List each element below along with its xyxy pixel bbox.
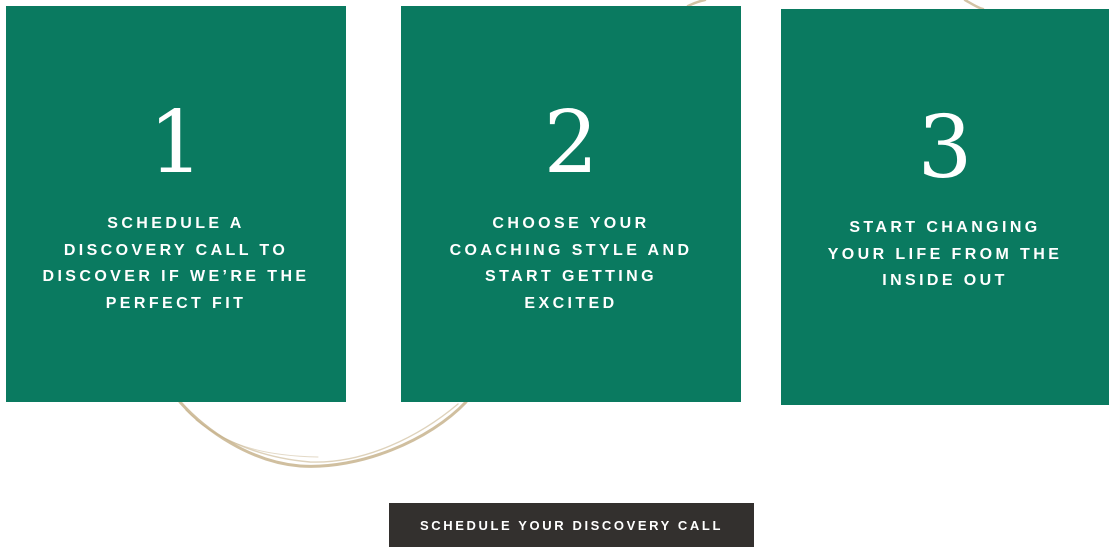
step-text-1: SCHEDULE A DISCOVERY CALL TO DISCOVER IF… bbox=[42, 215, 310, 312]
step-number-2: 2 bbox=[543, 93, 599, 193]
step-number-1: 1 bbox=[148, 93, 204, 193]
step-card-1: 1 SCHEDULE A DISCOVERY CALL TO DISCOVER … bbox=[6, 6, 346, 402]
step-number-3: 3 bbox=[917, 98, 973, 198]
step-card-3: 3 START CHANGING YOUR LIFE FROM THE INSI… bbox=[781, 9, 1109, 405]
step-card-2: 2 CHOOSE YOUR COACHING STYLE AND START G… bbox=[401, 6, 741, 402]
step-text-2: CHOOSE YOUR COACHING STYLE AND START GET… bbox=[449, 215, 693, 312]
step-text-3: START CHANGING YOUR LIFE FROM THE INSIDE… bbox=[827, 219, 1063, 289]
schedule-discovery-call-button[interactable]: SCHEDULE YOUR DISCOVERY CALL bbox=[389, 503, 754, 547]
